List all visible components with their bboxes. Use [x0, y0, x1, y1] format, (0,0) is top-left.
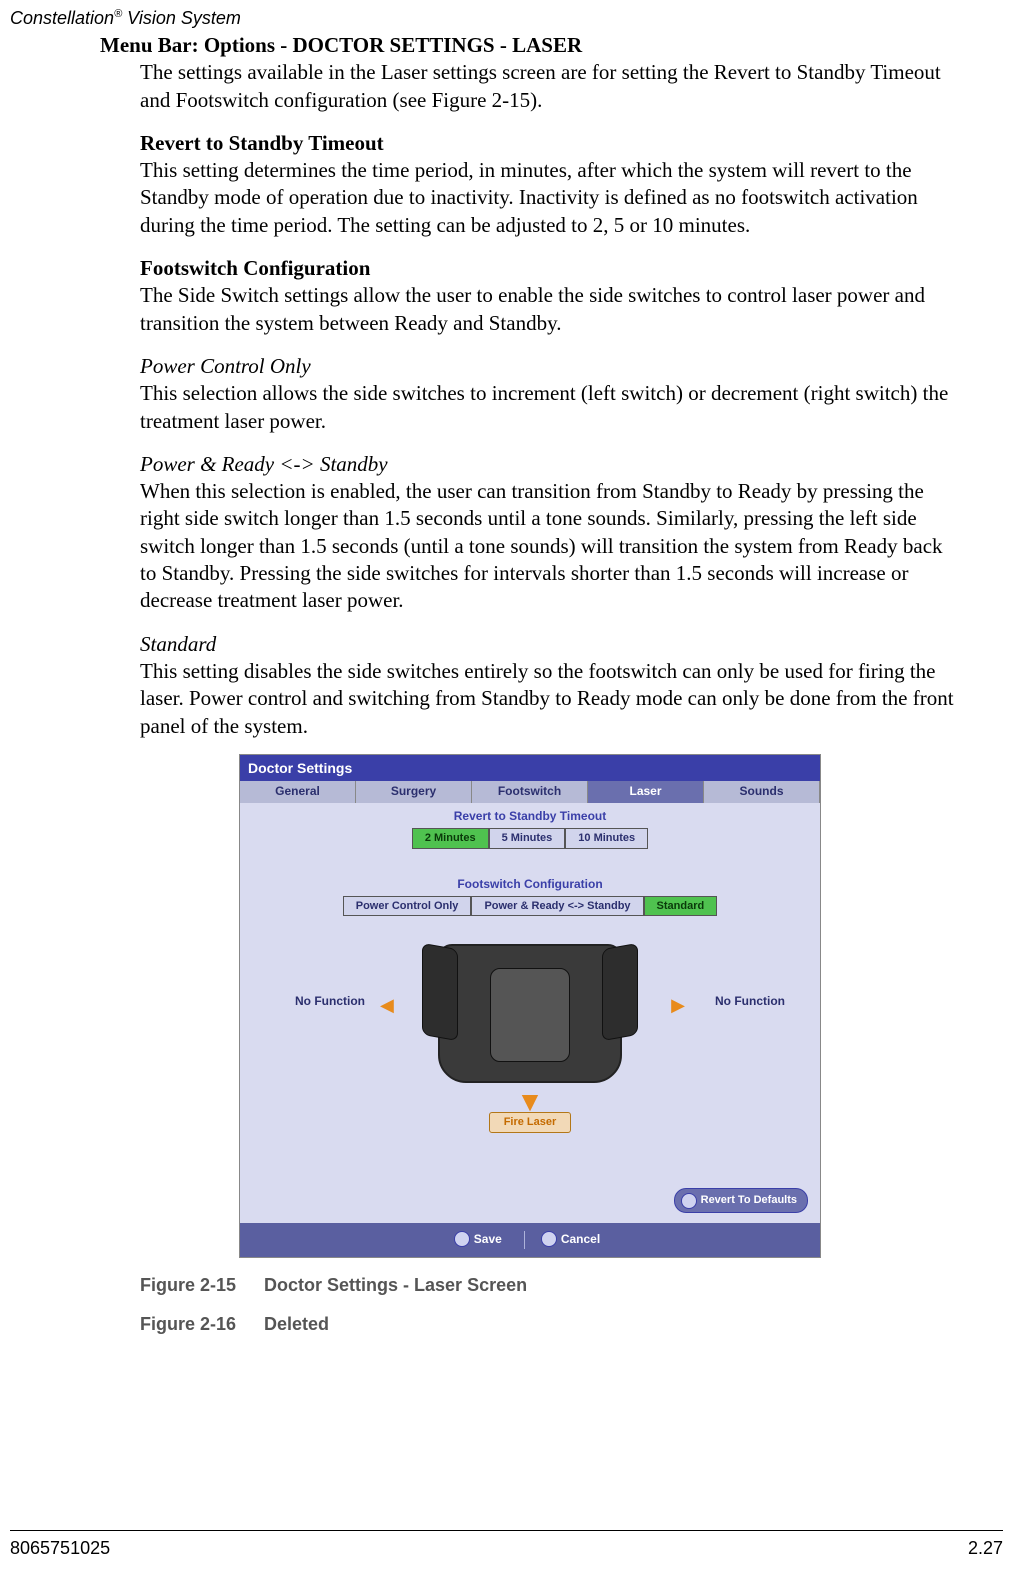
option-power-control-only[interactable]: Power Control Only	[343, 896, 472, 916]
brand-suffix: Vision System	[122, 8, 241, 28]
figure-title: Deleted	[264, 1313, 329, 1336]
tab-sounds[interactable]: Sounds	[704, 781, 820, 803]
figure-caption-2-16: Figure 2-16 Deleted	[140, 1305, 960, 1336]
paragraph-power-control-only: This selection allows the side switches …	[140, 380, 960, 435]
tab-surgery[interactable]: Surgery	[356, 781, 472, 803]
dialog-title: Doctor Settings	[240, 755, 820, 781]
doc-number: 8065751025	[10, 1538, 110, 1559]
page-number: 2.27	[968, 1538, 1003, 1559]
option-power-ready-standby[interactable]: Power & Ready <-> Standby	[471, 896, 643, 916]
paragraph-standard: This setting disables the side switches …	[140, 658, 960, 740]
footer-separator	[524, 1231, 525, 1249]
segmented-revert-timeout: 2 Minutes 5 Minutes 10 Minutes	[240, 828, 820, 848]
paragraph-footswitch-config: The Side Switch settings allow the user …	[140, 282, 960, 337]
arrow-right-icon: ▶	[671, 994, 685, 1017]
option-5-minutes[interactable]: 5 Minutes	[489, 828, 566, 848]
label-right-no-function: No Function	[715, 994, 785, 1010]
segmented-footswitch-config: Power Control Only Power & Ready <-> Sta…	[240, 896, 820, 916]
section-title: Menu Bar: Options - DOCTOR SETTINGS - LA…	[100, 32, 960, 59]
cancel-button[interactable]: Cancel	[537, 1229, 610, 1251]
tab-laser[interactable]: Laser	[588, 781, 704, 803]
intro-paragraph: The settings available in the Laser sett…	[140, 59, 960, 114]
dialog-body: Revert to Standby Timeout 2 Minutes 5 Mi…	[240, 803, 820, 1223]
label-left-no-function: No Function	[295, 994, 365, 1010]
tab-row: General Surgery Footswitch Laser Sounds	[240, 781, 820, 803]
label-fire-laser: Fire Laser	[489, 1112, 571, 1132]
figure-title: Doctor Settings - Laser Screen	[264, 1274, 527, 1297]
tab-footswitch[interactable]: Footswitch	[472, 781, 588, 803]
option-10-minutes[interactable]: 10 Minutes	[565, 828, 648, 848]
heading-footswitch-config: Footswitch Configuration	[140, 255, 960, 282]
page-content: Menu Bar: Options - DOCTOR SETTINGS - LA…	[100, 32, 960, 1336]
figure-caption-2-15: Figure 2-15 Doctor Settings - Laser Scre…	[140, 1266, 960, 1297]
label-footswitch-config: Footswitch Configuration	[240, 871, 820, 893]
option-standard[interactable]: Standard	[644, 896, 718, 916]
label-revert-timeout: Revert to Standby Timeout	[240, 803, 820, 825]
save-button[interactable]: Save	[450, 1229, 512, 1251]
revert-to-defaults-button[interactable]: Revert To Defaults	[674, 1188, 808, 1212]
subhead-power-ready-standby: Power & Ready <-> Standby	[140, 451, 960, 478]
registered-mark: ®	[114, 8, 122, 20]
footswitch-icon	[438, 944, 622, 1083]
figure-number: Figure 2-15	[140, 1274, 236, 1297]
footswitch-diagram: No Function ◀ ▶ No Function ▼ Fire Laser	[240, 934, 820, 1164]
figure-number: Figure 2-16	[140, 1313, 236, 1336]
brand-name: Constellation	[10, 8, 114, 28]
tab-general[interactable]: General	[240, 781, 356, 803]
option-2-minutes[interactable]: 2 Minutes	[412, 828, 489, 848]
subhead-standard: Standard	[140, 631, 960, 658]
arrow-left-icon: ◀	[380, 994, 394, 1017]
footer-rule	[10, 1530, 1003, 1531]
paragraph-power-ready-standby: When this selection is enabled, the user…	[140, 478, 960, 614]
heading-revert-timeout: Revert to Standby Timeout	[140, 130, 960, 157]
dialog-footer: Save Cancel	[240, 1223, 820, 1257]
pedal-center	[490, 968, 570, 1062]
figure-doctor-settings: Doctor Settings General Surgery Footswit…	[239, 754, 821, 1258]
page-header: Constellation® Vision System	[10, 8, 241, 29]
paragraph-revert-timeout: This setting determines the time period,…	[140, 157, 960, 239]
subhead-power-control-only: Power Control Only	[140, 353, 960, 380]
